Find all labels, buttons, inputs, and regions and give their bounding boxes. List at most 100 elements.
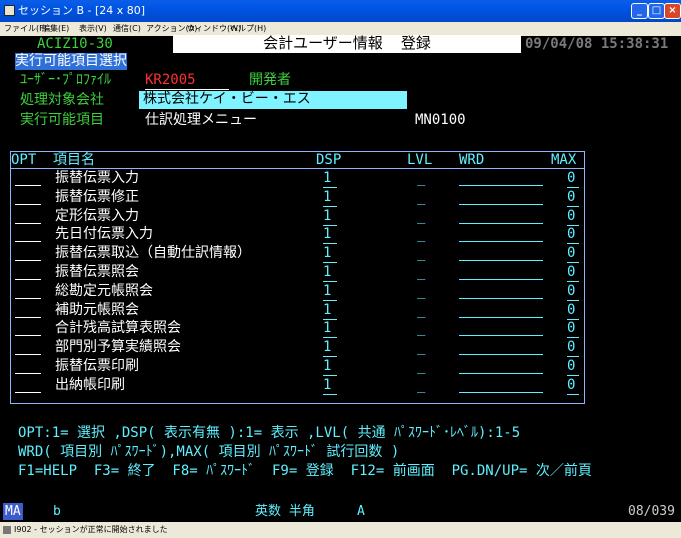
row-wrd-field[interactable]: [459, 245, 543, 261]
row-opt-field[interactable]: [15, 226, 41, 242]
row-wrd-field[interactable]: [459, 302, 543, 318]
input-mode: 英数 半角: [255, 504, 315, 519]
user-profile-label: ﾕｰｻﾞｰ･ﾌﾟﾛﾌｧｲﾙ: [20, 72, 111, 88]
row-dsp-field[interactable]: 1: [323, 170, 337, 188]
minimize-button[interactable]: _: [631, 3, 648, 19]
table-bottom-border: [10, 403, 585, 404]
menu-communication[interactable]: 通信(C): [113, 22, 141, 36]
table-right-border: [584, 151, 585, 403]
row-item-name: 振替伝票修正: [55, 189, 139, 205]
row-item-name: 先日付伝票入力: [55, 226, 153, 242]
row-item-name: 振替伝票印刷: [55, 358, 139, 374]
header-opt: OPT: [11, 152, 37, 168]
row-item-name: 総勘定元帳照会: [55, 283, 153, 299]
row-max-field[interactable]: 0: [567, 264, 579, 282]
row-opt-field[interactable]: [15, 208, 41, 224]
menu-help[interactable]: ヘルプ(H): [230, 22, 266, 36]
status-b: b: [53, 504, 61, 519]
row-opt-field[interactable]: [15, 283, 41, 299]
row-lvl-field[interactable]: _: [417, 339, 425, 356]
cursor-position: 08/039: [628, 504, 675, 519]
row-item-name: 部門別予算実績照会: [55, 339, 181, 355]
row-opt-field[interactable]: [15, 245, 41, 261]
row-dsp-field[interactable]: 1: [323, 264, 337, 282]
row-item-name: 定形伝票入力: [55, 208, 139, 224]
user-profile-field[interactable]: KR2005: [145, 72, 229, 90]
row-item-name: 振替伝票取込（自動仕訳情報）: [55, 245, 251, 261]
executable-label: 実行可能項目: [20, 112, 104, 128]
terminal-app-icon: [4, 5, 15, 16]
row-lvl-field[interactable]: _: [417, 377, 425, 394]
row-opt-field[interactable]: [15, 320, 41, 336]
row-opt-field[interactable]: [15, 358, 41, 374]
row-dsp-field[interactable]: 1: [323, 358, 337, 376]
row-opt-field[interactable]: [15, 170, 41, 186]
row-max-field[interactable]: 0: [567, 283, 579, 301]
row-opt-field[interactable]: [15, 302, 41, 318]
company-label: 処理対象会社: [20, 92, 104, 108]
table-top-border: [10, 151, 585, 152]
row-opt-field[interactable]: [15, 264, 41, 280]
row-wrd-field[interactable]: [459, 283, 543, 299]
row-item-name: 合計残高試算表照会: [55, 320, 181, 336]
row-wrd-field[interactable]: [459, 170, 543, 186]
screen-title: 会計ユーザー情報 登録: [173, 35, 521, 53]
row-max-field[interactable]: 0: [567, 170, 579, 188]
row-dsp-field[interactable]: 1: [323, 339, 337, 357]
row-dsp-field[interactable]: 1: [323, 245, 337, 263]
executable-value: 仕訳処理メニュー: [145, 112, 257, 128]
row-max-field[interactable]: 0: [567, 226, 579, 244]
row-item-name: 振替伝票入力: [55, 170, 139, 186]
row-max-field[interactable]: 0: [567, 189, 579, 207]
row-lvl-field[interactable]: _: [417, 226, 425, 243]
row-dsp-field[interactable]: 1: [323, 302, 337, 320]
row-wrd-field[interactable]: [459, 264, 543, 280]
row-lvl-field[interactable]: _: [417, 189, 425, 206]
row-max-field[interactable]: 0: [567, 339, 579, 357]
row-dsp-field[interactable]: 1: [323, 189, 337, 207]
maximize-button[interactable]: □: [648, 3, 665, 19]
help-line-1: OPT:1= 選択 ,DSP( 表示有無 ):1= 表示 ,LVL( 共通 ﾊﾟ…: [18, 425, 521, 441]
close-button[interactable]: ×: [664, 3, 681, 19]
program-id: ACIZ10-30: [37, 36, 113, 52]
row-dsp-field[interactable]: 1: [323, 283, 337, 301]
company-field[interactable]: 株式会社ケイ・ビー・エス: [139, 91, 407, 109]
table-left-border: [10, 151, 11, 403]
help-line-2: WRD( 項目別 ﾊﾟｽﾜｰﾄﾞ),MAX( 項目別 ﾊﾟｽﾜｰﾄﾞ 試行回数 …: [18, 444, 400, 460]
status-message: I902 - セッションが正常に開始されました: [14, 525, 168, 534]
menu-edit[interactable]: 編集(E): [42, 22, 69, 36]
row-lvl-field[interactable]: _: [417, 208, 425, 225]
row-max-field[interactable]: 0: [567, 320, 579, 338]
row-wrd-field[interactable]: [459, 208, 543, 224]
row-wrd-field[interactable]: [459, 189, 543, 205]
terminal-screen[interactable]: ACIZ10-30 会計ユーザー情報 登録 09/04/08 15:38:31 …: [3, 35, 678, 500]
row-wrd-field[interactable]: [459, 320, 543, 336]
menu-view[interactable]: 表示(V): [79, 22, 107, 36]
row-max-field[interactable]: 0: [567, 245, 579, 263]
row-max-field[interactable]: 0: [567, 358, 579, 376]
row-lvl-field[interactable]: _: [417, 302, 425, 319]
row-lvl-field[interactable]: _: [417, 245, 425, 262]
row-dsp-field[interactable]: 1: [323, 208, 337, 226]
row-wrd-field[interactable]: [459, 358, 543, 374]
row-lvl-field[interactable]: _: [417, 283, 425, 300]
row-item-name: 出納帳印刷: [55, 377, 125, 393]
row-lvl-field[interactable]: _: [417, 264, 425, 281]
row-wrd-field[interactable]: [459, 226, 543, 242]
row-opt-field[interactable]: [15, 377, 41, 393]
row-dsp-field[interactable]: 1: [323, 320, 337, 338]
status-indicator: MA: [3, 503, 23, 520]
row-lvl-field[interactable]: _: [417, 170, 425, 187]
row-wrd-field[interactable]: [459, 339, 543, 355]
row-dsp-field[interactable]: 1: [323, 226, 337, 244]
row-max-field[interactable]: 0: [567, 302, 579, 320]
row-lvl-field[interactable]: _: [417, 358, 425, 375]
row-lvl-field[interactable]: _: [417, 320, 425, 337]
row-wrd-field[interactable]: [459, 377, 543, 393]
row-opt-field[interactable]: [15, 339, 41, 355]
row-dsp-field[interactable]: 1: [323, 377, 337, 395]
row-max-field[interactable]: 0: [567, 208, 579, 226]
row-opt-field[interactable]: [15, 189, 41, 205]
menu-file[interactable]: ファイル(F): [4, 22, 47, 36]
row-max-field[interactable]: 0: [567, 377, 579, 395]
